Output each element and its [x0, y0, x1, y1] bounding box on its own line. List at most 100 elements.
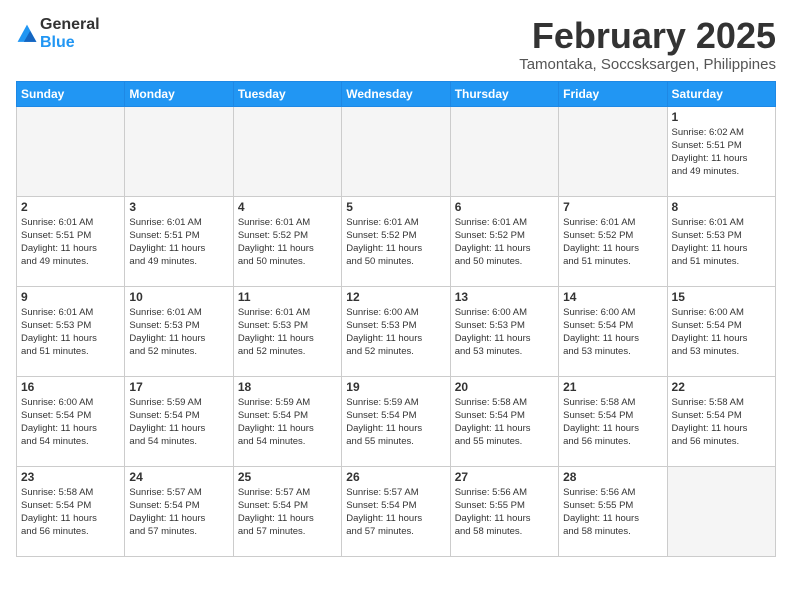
calendar-cell	[125, 106, 233, 196]
day-number: 2	[21, 200, 120, 214]
month-year: February 2025	[519, 16, 776, 56]
weekday-header: Thursday	[450, 81, 558, 106]
calendar-cell: 22 Sunrise: 5:58 AM Sunset: 5:54 PM Dayli…	[667, 376, 775, 466]
day-number: 11	[238, 290, 337, 304]
day-info: Sunrise: 5:57 AM Sunset: 5:54 PM Dayligh…	[238, 486, 337, 539]
day-info: Sunrise: 6:01 AM Sunset: 5:52 PM Dayligh…	[563, 216, 662, 269]
day-info: Sunrise: 6:01 AM Sunset: 5:53 PM Dayligh…	[21, 306, 120, 359]
day-info: Sunrise: 6:00 AM Sunset: 5:54 PM Dayligh…	[672, 306, 771, 359]
day-number: 22	[672, 380, 771, 394]
day-number: 14	[563, 290, 662, 304]
day-info: Sunrise: 5:58 AM Sunset: 5:54 PM Dayligh…	[672, 396, 771, 449]
day-info: Sunrise: 6:00 AM Sunset: 5:53 PM Dayligh…	[346, 306, 445, 359]
calendar-cell	[559, 106, 667, 196]
day-info: Sunrise: 5:59 AM Sunset: 5:54 PM Dayligh…	[129, 396, 228, 449]
calendar-week-row: 2 Sunrise: 6:01 AM Sunset: 5:51 PM Daylig…	[17, 196, 776, 286]
day-info: Sunrise: 5:59 AM Sunset: 5:54 PM Dayligh…	[346, 396, 445, 449]
page-header: General Blue February 2025 Tamontaka, So…	[16, 16, 776, 73]
day-info: Sunrise: 6:01 AM Sunset: 5:52 PM Dayligh…	[346, 216, 445, 269]
calendar-cell: 24 Sunrise: 5:57 AM Sunset: 5:54 PM Dayli…	[125, 466, 233, 556]
calendar-cell	[17, 106, 125, 196]
day-number: 18	[238, 380, 337, 394]
weekday-header: Sunday	[17, 81, 125, 106]
day-number: 12	[346, 290, 445, 304]
day-info: Sunrise: 5:56 AM Sunset: 5:55 PM Dayligh…	[563, 486, 662, 539]
calendar-cell: 28 Sunrise: 5:56 AM Sunset: 5:55 PM Dayli…	[559, 466, 667, 556]
day-info: Sunrise: 5:58 AM Sunset: 5:54 PM Dayligh…	[455, 396, 554, 449]
day-number: 28	[563, 470, 662, 484]
calendar-cell: 26 Sunrise: 5:57 AM Sunset: 5:54 PM Dayli…	[342, 466, 450, 556]
calendar-week-row: 16 Sunrise: 6:00 AM Sunset: 5:54 PM Dayli…	[17, 376, 776, 466]
day-info: Sunrise: 6:01 AM Sunset: 5:51 PM Dayligh…	[129, 216, 228, 269]
calendar-cell	[342, 106, 450, 196]
calendar-cell: 9 Sunrise: 6:01 AM Sunset: 5:53 PM Daylig…	[17, 286, 125, 376]
day-number: 23	[21, 470, 120, 484]
weekday-header: Tuesday	[233, 81, 341, 106]
calendar-cell: 23Sunrise: 5:58 AM Sunset: 5:54 PM Dayli…	[17, 466, 125, 556]
day-info: Sunrise: 6:01 AM Sunset: 5:51 PM Dayligh…	[21, 216, 120, 269]
calendar-cell: 27Sunrise: 5:56 AM Sunset: 5:55 PM Dayli…	[450, 466, 558, 556]
day-info: Sunrise: 5:57 AM Sunset: 5:54 PM Dayligh…	[129, 486, 228, 539]
day-number: 7	[563, 200, 662, 214]
logo-general: General	[40, 16, 100, 34]
location: Tamontaka, Soccsksargen, Philippines	[519, 56, 776, 73]
title-block: February 2025 Tamontaka, Soccsksargen, P…	[519, 16, 776, 73]
day-number: 17	[129, 380, 228, 394]
calendar-cell: 19 Sunrise: 5:59 AM Sunset: 5:54 PM Dayli…	[342, 376, 450, 466]
day-number: 15	[672, 290, 771, 304]
calendar-cell: 15 Sunrise: 6:00 AM Sunset: 5:54 PM Dayli…	[667, 286, 775, 376]
day-number: 19	[346, 380, 445, 394]
calendar-cell: 18 Sunrise: 5:59 AM Sunset: 5:54 PM Dayli…	[233, 376, 341, 466]
day-info: Sunrise: 5:58 AM Sunset: 5:54 PM Dayligh…	[563, 396, 662, 449]
calendar-cell: 20 Sunrise: 5:58 AM Sunset: 5:54 PM Dayli…	[450, 376, 558, 466]
day-number: 16	[21, 380, 120, 394]
day-info: Sunrise: 6:02 AM Sunset: 5:51 PM Dayligh…	[672, 126, 771, 179]
calendar-cell: 12 Sunrise: 6:00 AM Sunset: 5:53 PM Dayli…	[342, 286, 450, 376]
day-info: Sunrise: 6:01 AM Sunset: 5:53 PM Dayligh…	[129, 306, 228, 359]
calendar-cell: 3 Sunrise: 6:01 AM Sunset: 5:51 PM Daylig…	[125, 196, 233, 286]
logo: General Blue	[16, 16, 100, 52]
day-info: Sunrise: 5:57 AM Sunset: 5:54 PM Dayligh…	[346, 486, 445, 539]
calendar-cell: 8Sunrise: 6:01 AM Sunset: 5:53 PM Daylig…	[667, 196, 775, 286]
day-number: 26	[346, 470, 445, 484]
calendar-cell	[667, 466, 775, 556]
calendar-cell: 25 Sunrise: 5:57 AM Sunset: 5:54 PM Dayli…	[233, 466, 341, 556]
calendar-cell: 14 Sunrise: 6:00 AM Sunset: 5:54 PM Dayli…	[559, 286, 667, 376]
general-blue-icon	[16, 23, 38, 45]
day-number: 25	[238, 470, 337, 484]
calendar-cell: 7 Sunrise: 6:01 AM Sunset: 5:52 PM Daylig…	[559, 196, 667, 286]
day-number: 21	[563, 380, 662, 394]
weekday-header: Monday	[125, 81, 233, 106]
calendar-cell	[450, 106, 558, 196]
day-number: 5	[346, 200, 445, 214]
calendar-cell: 1 Sunrise: 6:02 AM Sunset: 5:51 PM Daylig…	[667, 106, 775, 196]
day-info: Sunrise: 6:01 AM Sunset: 5:53 PM Dayligh…	[238, 306, 337, 359]
calendar-cell: 11 Sunrise: 6:01 AM Sunset: 5:53 PM Dayli…	[233, 286, 341, 376]
day-info: Sunrise: 6:00 AM Sunset: 5:54 PM Dayligh…	[21, 396, 120, 449]
day-info: Sunrise: 6:00 AM Sunset: 5:54 PM Dayligh…	[563, 306, 662, 359]
day-number: 10	[129, 290, 228, 304]
day-number: 27	[455, 470, 554, 484]
day-info: Sunrise: 6:00 AM Sunset: 5:53 PM Dayligh…	[455, 306, 554, 359]
day-number: 20	[455, 380, 554, 394]
day-number: 4	[238, 200, 337, 214]
calendar-week-row: 23Sunrise: 5:58 AM Sunset: 5:54 PM Dayli…	[17, 466, 776, 556]
day-number: 9	[21, 290, 120, 304]
weekday-header: Friday	[559, 81, 667, 106]
day-number: 6	[455, 200, 554, 214]
weekday-header: Saturday	[667, 81, 775, 106]
calendar-cell: 16 Sunrise: 6:00 AM Sunset: 5:54 PM Dayli…	[17, 376, 125, 466]
calendar-cell: 4Sunrise: 6:01 AM Sunset: 5:52 PM Daylig…	[233, 196, 341, 286]
calendar-cell: 21 Sunrise: 5:58 AM Sunset: 5:54 PM Dayli…	[559, 376, 667, 466]
calendar-cell: 13Sunrise: 6:00 AM Sunset: 5:53 PM Dayli…	[450, 286, 558, 376]
calendar-week-row: 9 Sunrise: 6:01 AM Sunset: 5:53 PM Daylig…	[17, 286, 776, 376]
day-number: 8	[672, 200, 771, 214]
calendar-cell: 17 Sunrise: 5:59 AM Sunset: 5:54 PM Dayli…	[125, 376, 233, 466]
day-number: 24	[129, 470, 228, 484]
day-info: Sunrise: 5:59 AM Sunset: 5:54 PM Dayligh…	[238, 396, 337, 449]
logo-blue: Blue	[40, 34, 100, 52]
day-number: 1	[672, 110, 771, 124]
calendar-cell: 2 Sunrise: 6:01 AM Sunset: 5:51 PM Daylig…	[17, 196, 125, 286]
day-number: 3	[129, 200, 228, 214]
calendar-week-row: 1 Sunrise: 6:02 AM Sunset: 5:51 PM Daylig…	[17, 106, 776, 196]
